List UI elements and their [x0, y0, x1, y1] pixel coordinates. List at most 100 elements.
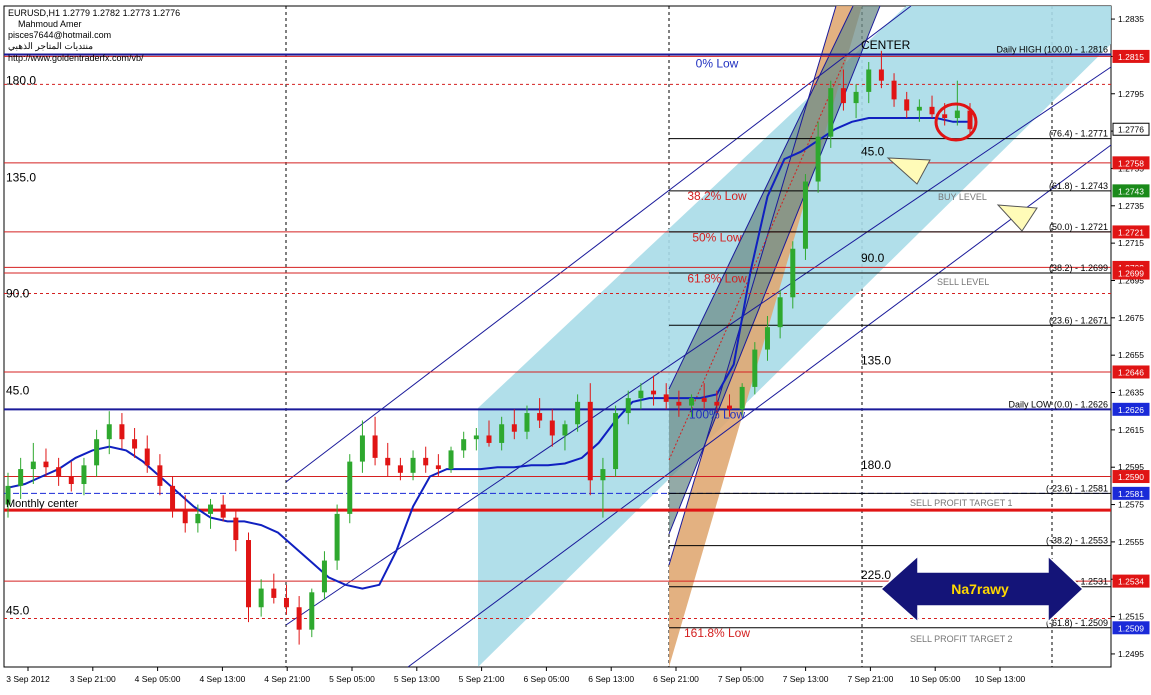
y-tick-label: 1.2835	[1118, 14, 1144, 24]
candle-body	[435, 465, 441, 470]
candle-body	[283, 597, 289, 608]
candle-body	[929, 106, 935, 115]
candle-body	[878, 69, 884, 81]
candle-body	[689, 398, 695, 406]
name-tag-label: Na7rawy	[951, 581, 1009, 597]
candle-body	[904, 99, 910, 111]
candle-body	[942, 114, 948, 119]
candle-body	[372, 435, 378, 458]
price-tag-label: 1.2815	[1118, 52, 1144, 62]
candle-body	[182, 510, 188, 524]
candle-body	[701, 398, 707, 402]
candle-body	[321, 560, 327, 593]
price-tag-label: 1.2743	[1118, 186, 1144, 196]
candle-body	[448, 450, 454, 470]
candle-body	[347, 461, 353, 514]
monthly-center-label: Monthly center	[6, 498, 78, 510]
candle-body	[714, 401, 720, 406]
x-tick-label: 3 Sep 21:00	[70, 674, 116, 684]
candle-body	[81, 465, 87, 485]
candle-body	[119, 424, 125, 440]
candle-body	[30, 461, 36, 470]
fibonacci-level-label: (61.8) - 1.2743	[1049, 181, 1108, 191]
x-tick-label: 6 Sep 05:00	[523, 674, 569, 684]
candle-body	[334, 513, 340, 561]
header-email: pisces7644@hotmail.com	[8, 30, 111, 40]
sell-level-label: SELL LEVEL	[937, 277, 989, 287]
fibonacci-level-label: (50.0) - 1.2721	[1049, 222, 1108, 232]
candle-body	[359, 435, 365, 462]
y-tick-label: 1.2655	[1118, 350, 1144, 360]
price-tag-label: 1.2721	[1118, 227, 1144, 237]
candle-body	[537, 413, 543, 421]
header-author: Mahmoud Amer	[18, 19, 82, 29]
gann-angle-label: 90.0	[861, 251, 885, 265]
candle-body	[891, 80, 897, 100]
candle-body	[638, 390, 644, 399]
fibonacci-level-label: (-23.6) - 1.2581	[1046, 483, 1108, 493]
candle-body	[676, 401, 682, 406]
price-tag-label: 1.2534	[1118, 577, 1144, 587]
x-tick-label: 10 Sep 05:00	[910, 674, 961, 684]
candle-body	[651, 390, 657, 395]
candle-body	[132, 439, 138, 449]
candle-body	[549, 420, 555, 436]
chart-window: Daily HIGH (100.0) - 1.2816 (76.4) - 1.27…	[0, 0, 1151, 690]
candle-body	[739, 386, 745, 410]
fib-low-label: 61.8% Low	[687, 271, 747, 285]
candle-body	[967, 110, 973, 130]
candle-body	[752, 349, 758, 387]
header-symbol-line: EURUSD,H1 1.2779 1.2782 1.2773 1.2776	[8, 8, 180, 18]
fibonacci-level-label: (38.2) - 1.2699	[1049, 263, 1108, 273]
x-tick-label: 5 Sep 21:00	[459, 674, 505, 684]
candle-body	[258, 588, 264, 608]
candle-body	[309, 592, 315, 630]
header-url: http://www.goldentraderfx.com/vb/	[8, 53, 144, 63]
candle-body	[866, 69, 872, 92]
fibonacci-level-label: (76.4) - 1.2771	[1049, 129, 1108, 139]
y-tick-label: 1.2495	[1118, 649, 1144, 659]
fib-low-label: 100% Low	[689, 408, 745, 422]
center-label: CENTER	[861, 38, 911, 52]
gann-angle-label: 135.0	[861, 354, 891, 368]
y-tick-label: 1.2515	[1118, 612, 1144, 622]
fibonacci-level-label: Daily LOW (0.0) - 1.2626	[1008, 399, 1108, 409]
y-tick-label: 1.2635	[1118, 388, 1144, 398]
candle-body	[94, 439, 100, 466]
candle-body	[764, 327, 770, 350]
candle-body	[853, 91, 859, 104]
candle-body	[246, 540, 251, 608]
candle-body	[68, 476, 74, 485]
x-tick-label: 6 Sep 13:00	[588, 674, 634, 684]
gann-angle-label: 90.0	[6, 286, 30, 300]
price-tag-label: 1.2699	[1118, 269, 1144, 279]
x-tick-label: 4 Sep 13:00	[199, 674, 245, 684]
candle-body	[600, 469, 606, 481]
header-forum-arabic: منتديات المتاجر الذهبي	[8, 41, 93, 52]
fib-low-label: 50% Low	[692, 230, 742, 244]
y-tick-label: 1.2555	[1118, 537, 1144, 547]
y-tick-label: 1.2795	[1118, 89, 1144, 99]
candlestick-chart[interactable]: Daily HIGH (100.0) - 1.2816 (76.4) - 1.27…	[0, 0, 1151, 690]
candle-body	[18, 469, 24, 486]
candle-body	[499, 424, 505, 443]
x-tick-label: 10 Sep 13:00	[975, 674, 1026, 684]
candle-body	[106, 424, 112, 440]
candle-body	[144, 448, 150, 466]
x-tick-label: 5 Sep 05:00	[329, 674, 375, 684]
price-tag-label: 1.2590	[1118, 472, 1144, 482]
candle-body	[790, 248, 796, 298]
price-tag-label: 1.2509	[1118, 623, 1144, 633]
gann-angle-label: 180.0	[6, 73, 36, 87]
gann-angle-label: 180.0	[861, 458, 891, 472]
price-tag-label: 1.2581	[1118, 489, 1144, 499]
x-tick-label: 7 Sep 21:00	[847, 674, 893, 684]
gann-angle-label: 225.0	[861, 568, 891, 582]
candle-body	[208, 504, 214, 514]
candle-body	[271, 588, 277, 598]
price-tag-label: 1.2776	[1118, 125, 1144, 135]
candle-body	[777, 297, 783, 328]
gann-angle-label: 45.0	[861, 144, 885, 158]
candle-body	[916, 106, 922, 111]
y-tick-label: 1.2575	[1118, 500, 1144, 510]
